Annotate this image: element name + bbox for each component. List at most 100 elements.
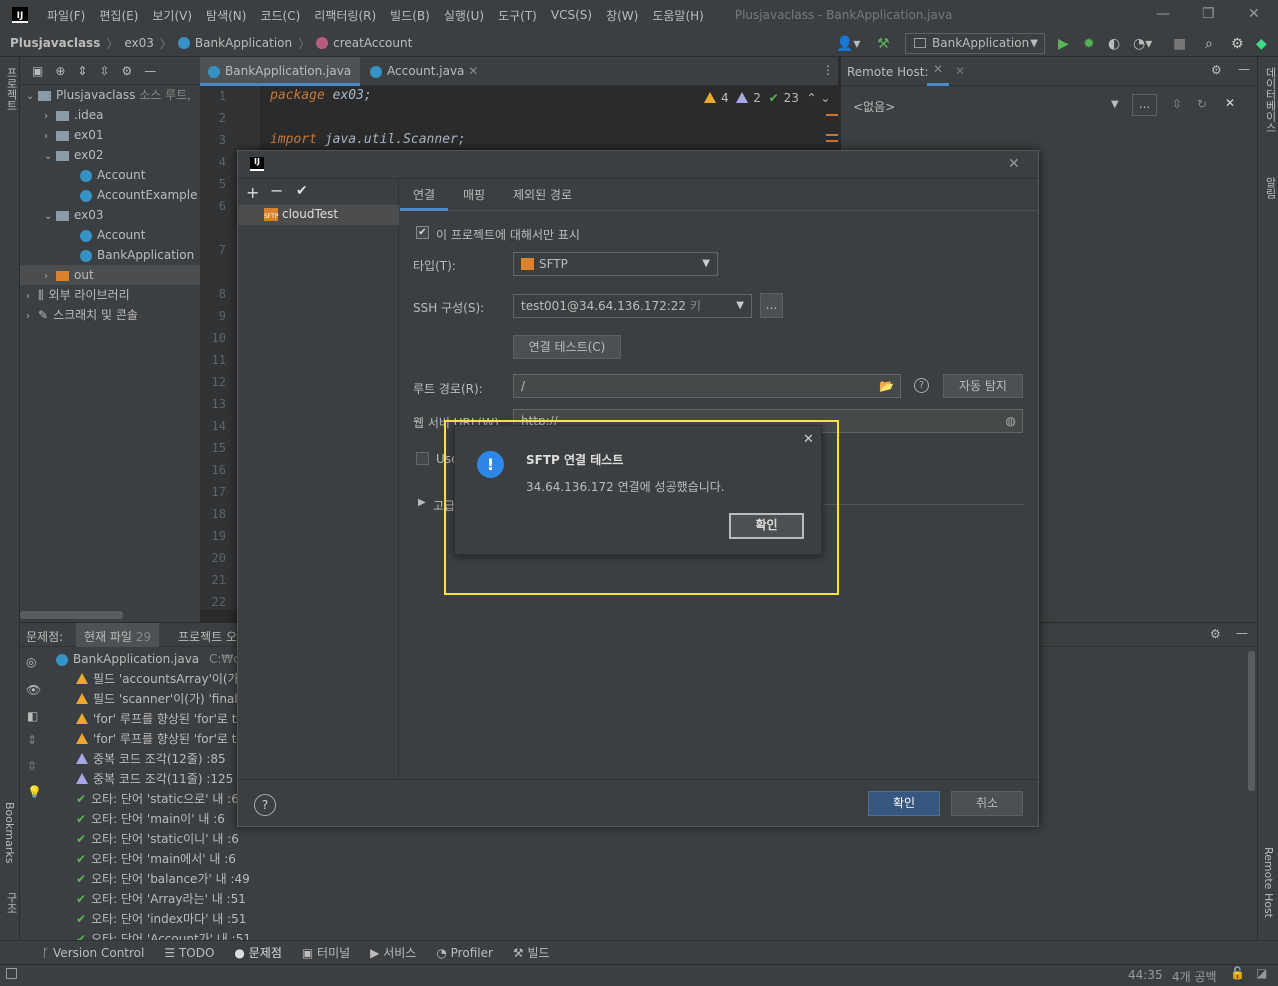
problem-file-row[interactable]: BankApplication.java C:₩class xyxy=(56,649,263,669)
close-remote-icon[interactable]: ✕ xyxy=(955,64,965,78)
window-layout-icon[interactable] xyxy=(6,968,17,979)
ok-button[interactable]: 확인 xyxy=(868,791,940,816)
version-control-button[interactable]: ᚴ Version Control xyxy=(32,946,154,960)
stop-icon[interactable]: ■ xyxy=(1173,36,1186,52)
minimize-icon[interactable]: — xyxy=(1156,6,1170,22)
tree-node-out[interactable]: › out xyxy=(20,265,200,285)
lightbulb-icon[interactable]: 💡 xyxy=(27,785,42,799)
menu-navigate[interactable]: 탐색(N) xyxy=(199,7,253,24)
indent-setting[interactable]: 4개 공백 xyxy=(1172,968,1217,985)
server-select-value[interactable]: <없음> xyxy=(853,98,895,115)
project-tool-button[interactable]: 프로젝트 xyxy=(3,67,19,111)
expand-all-icon[interactable]: ⇕ xyxy=(27,733,37,747)
menu-view[interactable]: 보기(V) xyxy=(145,7,199,24)
menu-vcs[interactable]: VCS(S) xyxy=(544,8,599,22)
previous-highlight-icon[interactable]: ⌃ xyxy=(807,91,817,105)
menu-help[interactable]: 도움말(H) xyxy=(645,7,711,24)
settings-gear-icon[interactable]: ⚙ xyxy=(1231,36,1244,52)
expand-all-icon[interactable]: ⇕ xyxy=(77,64,87,78)
browse-button[interactable]: ... xyxy=(1132,94,1157,116)
dropdown-caret-icon[interactable]: ▼ xyxy=(1111,99,1119,110)
collapse-icon[interactable]: ⇳ xyxy=(1172,97,1182,111)
remote-host-tool-button[interactable]: Remote Host xyxy=(1262,847,1275,918)
terminal-button[interactable]: ▣ 터미널 xyxy=(292,944,360,961)
gear-icon[interactable]: ⚙ xyxy=(1210,627,1221,641)
breadcrumb-project[interactable]: Plusjavaclass xyxy=(10,36,100,50)
menu-file[interactable]: 파일(F) xyxy=(40,7,92,24)
eye-icon[interactable]: 👁 xyxy=(26,683,41,697)
server-item-cloudtest[interactable]: SFTP cloudTest xyxy=(238,205,399,225)
tab-project-errors[interactable]: 프로젝트 오 xyxy=(178,628,237,645)
remove-icon[interactable]: − xyxy=(270,181,283,200)
preview-icon[interactable]: ◧ xyxy=(27,709,38,723)
hide-icon[interactable]: — xyxy=(144,64,156,78)
help-button[interactable]: ? xyxy=(254,794,276,816)
lock-icon[interactable]: 🔓 xyxy=(1230,966,1245,980)
database-tool-button[interactable]: 데이터베이스 xyxy=(1262,67,1278,133)
only-this-project-checkbox[interactable]: ✔ xyxy=(416,226,429,239)
root-path-field[interactable]: / 📂 xyxy=(513,374,901,398)
coverage-icon[interactable]: ◐ xyxy=(1108,36,1120,52)
vertical-scrollbar[interactable] xyxy=(1248,651,1255,791)
tree-node-account[interactable]: Account xyxy=(20,225,200,245)
problem-row[interactable]: 'for' 루프를 향상된 'for'로 t xyxy=(76,709,236,729)
problems-button[interactable]: ● 문제점 xyxy=(224,944,291,961)
problem-row[interactable]: 중복 코드 조각(12줄) :85 xyxy=(76,749,226,769)
problem-row[interactable]: ✔ 오타: 단어 'balance가' 내 :49 xyxy=(76,869,250,889)
inspect-icon[interactable]: ◎ xyxy=(26,655,36,669)
user-icon[interactable]: 👤▾ xyxy=(836,36,860,52)
problem-row[interactable]: ✔ 오타: 단어 'main이' 내 :6 xyxy=(76,809,225,829)
tree-node-project[interactable]: ⌄ Plusjavaclass 소스 루트, xyxy=(20,85,200,105)
hide-icon[interactable]: — xyxy=(1236,626,1248,640)
breadcrumb-method[interactable]: creatAccount xyxy=(333,36,412,50)
menu-tools[interactable]: 도구(T) xyxy=(491,7,544,24)
refresh-icon[interactable]: ↻ xyxy=(1197,97,1207,111)
gear-icon[interactable]: ⚙ xyxy=(1211,63,1222,77)
problem-row[interactable]: 'for' 루프를 향상된 'for'로 t xyxy=(76,729,236,749)
tab-connection[interactable]: 연결 xyxy=(400,179,449,211)
build-button[interactable]: ⚒ 빌드 xyxy=(503,944,560,961)
error-stripe-mark[interactable] xyxy=(826,114,838,116)
memory-icon[interactable]: ◪ xyxy=(1256,966,1267,980)
debug-icon[interactable]: ✹ xyxy=(1083,36,1095,52)
todo-button[interactable]: ☰ TODO xyxy=(154,946,224,960)
clear-server-icon[interactable]: ✕ xyxy=(927,62,949,86)
tree-node-accountexample[interactable]: AccountExample xyxy=(20,185,200,205)
close-icon[interactable]: ✕ xyxy=(1225,96,1235,110)
inspection-widget[interactable]: 4 2 ✔ 23 ⌃ ⌄ xyxy=(704,91,831,105)
horizontal-scrollbar[interactable] xyxy=(20,611,123,619)
services-button[interactable]: ▶ 서비스 xyxy=(360,944,426,961)
collapse-all-icon[interactable]: ⇳ xyxy=(99,64,109,78)
tree-node-ex01[interactable]: › ex01 xyxy=(20,125,200,145)
menu-edit[interactable]: 편집(E) xyxy=(92,7,145,24)
help-icon[interactable]: ? xyxy=(914,378,929,393)
caret-position[interactable]: 44:35 xyxy=(1128,968,1163,982)
chevron-right-icon[interactable]: ▶ xyxy=(418,497,426,508)
menu-refactor[interactable]: 리팩터링(R) xyxy=(307,7,383,24)
use-rooted-checkbox[interactable] xyxy=(416,452,429,465)
tree-node-external-libraries[interactable]: › ⫼ 외부 라이브러리 xyxy=(20,285,200,305)
problem-row[interactable]: 중복 코드 조각(11줄) :125 xyxy=(76,769,233,789)
tree-node-ex03[interactable]: ⌄ ex03 xyxy=(20,205,200,225)
restore-icon[interactable]: ❐ xyxy=(1202,6,1215,22)
tab-bankapplication[interactable]: BankApplication.java ✕ xyxy=(200,57,360,107)
tree-node-idea[interactable]: › .idea xyxy=(20,105,200,125)
autodetect-button[interactable]: 자동 탐지 xyxy=(943,374,1023,398)
type-select[interactable]: SFTP ▼ xyxy=(513,252,718,276)
gear-icon[interactable]: ⚙ xyxy=(122,64,133,78)
hide-icon[interactable]: — xyxy=(1238,62,1250,76)
menu-window[interactable]: 창(W) xyxy=(599,7,645,24)
tree-node-scratches[interactable]: › ✎ 스크래치 및 콘솔 xyxy=(20,305,200,325)
problem-row[interactable]: ✔ 오타: 단어 'static이니' 내 :6 xyxy=(76,829,239,849)
collapse-all-icon[interactable]: ⇳ xyxy=(27,759,37,773)
menu-run[interactable]: 실행(U) xyxy=(437,7,491,24)
folder-icon[interactable]: 📂 xyxy=(879,375,894,397)
globe-icon[interactable]: ◍ xyxy=(1006,410,1016,432)
tab-account[interactable]: Account.java ✕ xyxy=(362,57,480,86)
tree-node-account[interactable]: Account xyxy=(20,165,200,185)
menu-code[interactable]: 코드(C) xyxy=(253,7,307,24)
tab-excluded-paths[interactable]: 제외된 경로 xyxy=(500,179,585,211)
structure-tool-button[interactable]: 구조 xyxy=(3,892,19,914)
error-stripe-mark[interactable] xyxy=(826,134,838,136)
problem-row[interactable]: ✔ 오타: 단어 'static으로' 내 :6 xyxy=(76,789,239,809)
